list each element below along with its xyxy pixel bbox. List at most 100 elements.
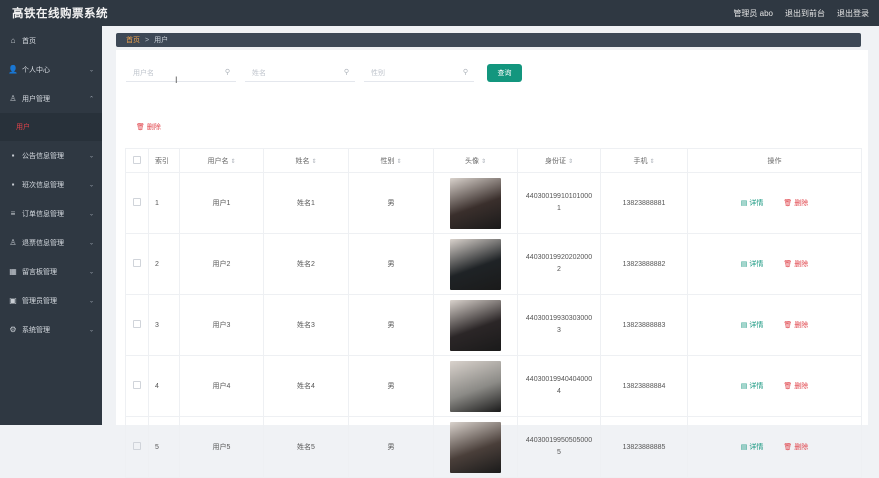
row-select-cell[interactable]: [125, 294, 149, 356]
sidebar-item-notice[interactable]: ▪ 公告信息管理 ⌄: [0, 141, 102, 170]
row-gender: 男: [348, 294, 434, 356]
sidebar-item-messages[interactable]: ▦ 留言板管理 ⌄: [0, 257, 102, 286]
detail-button[interactable]: ▤ 详情: [741, 442, 764, 452]
row-select-cell[interactable]: [125, 233, 149, 295]
row-select-cell[interactable]: [125, 355, 149, 417]
detail-button[interactable]: ▤ 详情: [741, 198, 764, 208]
row-name: 姓名1: [263, 172, 349, 234]
message-icon: ▦: [9, 267, 17, 276]
name-search-input[interactable]: 姓名 ⚲: [245, 64, 355, 82]
chevron-down-icon: ⌄: [88, 211, 94, 217]
row-phone: 13823888883: [600, 294, 688, 356]
sidebar-item-personal-center[interactable]: 👤 个人中心 ⌄: [0, 55, 102, 84]
search-icon: ⚲: [224, 69, 230, 76]
header-gender[interactable]: 性别 ⇕: [348, 148, 434, 173]
sort-icon[interactable]: ⇕: [649, 159, 654, 165]
row-checkbox[interactable]: [133, 198, 141, 206]
row-idcard: 440300199404040004: [517, 355, 601, 417]
sort-icon[interactable]: ⇕: [396, 159, 401, 165]
breadcrumb-current: 用户: [154, 37, 169, 44]
sidebar-item-orders[interactable]: ≡ 订单信息管理 ⌄: [0, 199, 102, 228]
chevron-down-icon: ⌄: [88, 298, 94, 304]
back-to-front-link[interactable]: 退出到前台: [785, 8, 825, 19]
delete-button[interactable]: 🗑 删除: [783, 442, 808, 452]
row-select-cell[interactable]: [125, 416, 149, 478]
content-panel: 用户名 ⚲ 姓名 ⚲ 性别 ⚲ 查询 I 🗑 删除 索引 用户名 ⇕ 姓名 ⇕ …: [116, 50, 868, 478]
delete-button[interactable]: 🗑 删除: [783, 259, 808, 269]
avatar: [450, 299, 501, 351]
row-avatar-cell: [433, 172, 518, 234]
detail-button[interactable]: ▤ 详情: [741, 259, 764, 269]
row-checkbox[interactable]: [133, 442, 141, 450]
detail-button[interactable]: ▤ 详情: [741, 381, 764, 391]
header-name[interactable]: 姓名 ⇕: [263, 148, 349, 173]
batch-delete-button[interactable]: 🗑 删除: [136, 122, 161, 132]
sidebar-item-system[interactable]: ⚙ 系统管理 ⌄: [0, 315, 102, 344]
sort-icon[interactable]: ⇕: [481, 159, 486, 165]
sidebar-item-label: 首页: [22, 37, 36, 45]
breadcrumb: 首页 > 用户: [116, 33, 861, 47]
sort-icon[interactable]: ⇕: [568, 159, 573, 165]
main-content: 首页 > 用户 用户名 ⚲ 姓名 ⚲ 性别 ⚲ 查询 I 🗑 删除 索引 用户名…: [102, 26, 879, 478]
user-icon: 👤: [8, 65, 18, 74]
sidebar-item-label: 班次信息管理: [22, 181, 64, 189]
row-ops: ▤ 详情 🗑 删除: [687, 172, 862, 234]
row-idcard: 440300199505050005: [517, 416, 601, 478]
chevron-up-icon: ⌃: [88, 96, 94, 102]
breadcrumb-separator: >: [145, 36, 150, 44]
row-phone: 13823888881: [600, 172, 688, 234]
detail-button[interactable]: ▤ 详情: [741, 320, 764, 330]
row-checkbox[interactable]: [133, 320, 141, 328]
sidebar-item-label: 用户管理: [22, 95, 50, 103]
text-cursor-icon: I: [175, 75, 178, 85]
row-ops: ▤ 详情 🗑 删除: [687, 355, 862, 417]
user-manage-icon: ♙: [9, 94, 17, 103]
sort-icon[interactable]: ⇕: [311, 159, 316, 165]
settings-icon: ⚙: [9, 325, 17, 334]
username-search-input[interactable]: 用户名 ⚲: [126, 64, 236, 82]
chevron-down-icon: ⌄: [88, 153, 94, 159]
sidebar-subitem-user[interactable]: 用户: [0, 113, 102, 141]
header-idcard[interactable]: 身份证 ⇕: [517, 148, 601, 173]
row-phone: 13823888885: [600, 416, 688, 478]
row-checkbox[interactable]: [133, 259, 141, 267]
table-row: 5 用户5 姓名5 男 440300199505050005 138238888…: [125, 416, 862, 478]
gender-search-input[interactable]: 性别 ⚲: [364, 64, 474, 82]
sidebar-item-user-management[interactable]: ♙ 用户管理 ⌃: [0, 84, 102, 113]
row-select-cell[interactable]: [125, 172, 149, 234]
header-index: 索引: [148, 148, 180, 173]
sidebar-item-admins[interactable]: ▣ 管理员管理 ⌄: [0, 286, 102, 315]
sidebar-item-label: 订单信息管理: [22, 210, 64, 218]
row-phone: 13823888882: [600, 233, 688, 295]
breadcrumb-home[interactable]: 首页: [126, 35, 140, 45]
select-all-cell[interactable]: [125, 148, 149, 173]
row-name: 姓名4: [263, 355, 349, 417]
row-checkbox[interactable]: [133, 381, 141, 389]
delete-button[interactable]: 🗑 删除: [783, 381, 808, 391]
logout-link[interactable]: 退出登录: [837, 8, 869, 19]
sidebar-item-home[interactable]: ⌂ 首页: [0, 26, 102, 55]
header-avatar[interactable]: 头像 ⇕: [433, 148, 518, 173]
search-button[interactable]: 查询: [487, 64, 522, 82]
admin-label[interactable]: 管理员 abo: [733, 8, 773, 19]
row-gender: 男: [348, 233, 434, 295]
delete-button[interactable]: 🗑 删除: [783, 198, 808, 208]
row-idcard: 440300199202020002: [517, 233, 601, 295]
header-phone[interactable]: 手机 ⇕: [600, 148, 688, 173]
row-username: 用户4: [179, 355, 264, 417]
row-username: 用户1: [179, 172, 264, 234]
row-username: 用户5: [179, 416, 264, 478]
header-ops: 操作: [687, 148, 862, 173]
table-row: 2 用户2 姓名2 男 440300199202020002 138238888…: [125, 233, 862, 295]
top-bar: 高铁在线购票系统 管理员 abo 退出到前台 退出登录: [0, 0, 879, 26]
select-all-checkbox[interactable]: [133, 155, 141, 164]
sidebar-item-refunds[interactable]: ♙ 退票信息管理 ⌄: [0, 228, 102, 257]
header-username[interactable]: 用户名 ⇕: [179, 148, 264, 173]
delete-button[interactable]: 🗑 删除: [783, 320, 808, 330]
row-index: 3: [148, 294, 180, 356]
sidebar-item-trains[interactable]: ▪ 班次信息管理 ⌄: [0, 170, 102, 199]
row-gender: 男: [348, 355, 434, 417]
sidebar-item-label: 系统管理: [22, 326, 50, 334]
sort-icon[interactable]: ⇕: [230, 159, 235, 165]
search-icon: ⚲: [462, 69, 468, 76]
